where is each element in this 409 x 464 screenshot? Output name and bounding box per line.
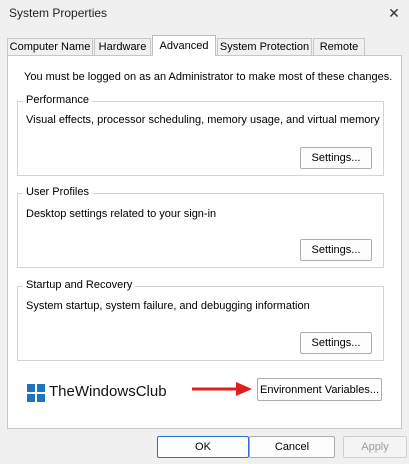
windows-logo-icon: [27, 384, 45, 402]
user-profiles-group: User Profiles Desktop settings related t…: [17, 186, 384, 268]
user-profiles-label: User Profiles: [23, 186, 92, 198]
close-icon[interactable]: ✕: [383, 2, 405, 24]
tab-strip: Computer Name Hardware Advanced System P…: [7, 35, 402, 56]
startup-recovery-settings-button[interactable]: Settings...: [300, 332, 372, 354]
startup-recovery-label: Startup and Recovery: [23, 279, 136, 291]
performance-group: Performance Visual effects, processor sc…: [17, 94, 384, 176]
tab-remote[interactable]: Remote: [313, 38, 365, 55]
startup-recovery-description: System startup, system failure, and debu…: [26, 300, 310, 312]
performance-label: Performance: [23, 94, 92, 106]
apply-button[interactable]: Apply: [343, 436, 407, 458]
tab-computer-name[interactable]: Computer Name: [7, 38, 93, 55]
tab-advanced[interactable]: Advanced: [152, 35, 216, 56]
ok-button[interactable]: OK: [157, 436, 249, 458]
performance-description: Visual effects, processor scheduling, me…: [26, 114, 380, 126]
cancel-button[interactable]: Cancel: [249, 436, 335, 458]
performance-settings-button[interactable]: Settings...: [300, 147, 372, 169]
admin-note: You must be logged on as an Administrato…: [24, 71, 393, 83]
window-title: System Properties: [9, 6, 108, 20]
user-profiles-settings-button[interactable]: Settings...: [300, 239, 372, 261]
tab-hardware[interactable]: Hardware: [94, 38, 151, 55]
environment-variables-button[interactable]: Environment Variables...: [257, 378, 382, 401]
user-profiles-description: Desktop settings related to your sign-in: [26, 208, 217, 220]
tab-system-protection[interactable]: System Protection: [217, 38, 312, 55]
red-arrow-icon: [192, 382, 252, 396]
startup-recovery-group: Startup and Recovery System startup, sys…: [17, 279, 384, 361]
watermark-brand: TheWindowsClub: [49, 383, 167, 400]
